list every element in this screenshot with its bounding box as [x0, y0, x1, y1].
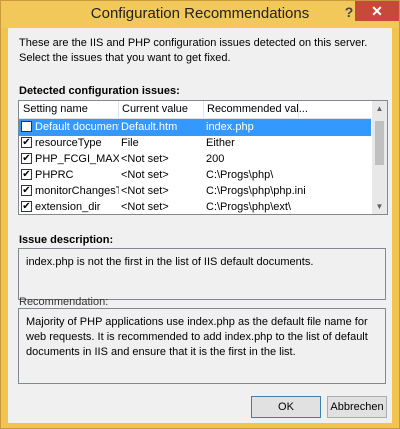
cancel-button[interactable]: Abbrechen	[327, 396, 387, 418]
cell-setting-name: monitorChangesTo	[35, 185, 119, 197]
cell-setting-name: Default document	[35, 121, 119, 133]
cell-current-value: File	[121, 137, 139, 149]
cell-current-value: Default.htm	[121, 121, 178, 133]
issue-description-box: index.php is not the first in the list o…	[18, 248, 386, 300]
list-header: Setting name Current value Recommended v…	[19, 101, 371, 119]
cell-recommended-value: Either	[206, 137, 235, 149]
title-bar: Configuration Recommendations ? ✕	[1, 1, 399, 28]
close-button[interactable]: ✕	[355, 1, 399, 21]
cell-setting-name: PHP_FCGI_MAX_RE...	[35, 153, 119, 165]
dialog-body: These are the IIS and PHP configuration …	[8, 28, 392, 423]
cell-recommended-value: C:\Progs\php\php.ini	[206, 185, 306, 197]
scroll-up-arrow-icon[interactable]: ▲	[372, 101, 387, 116]
table-row[interactable]: ✔ extension_dir <Not set> C:\Progs\php\ext\	[19, 199, 371, 214]
checkbox-icon[interactable]: ✔	[21, 153, 32, 164]
checkbox-icon[interactable]: ✔	[21, 137, 32, 148]
table-row[interactable]: ✔PHP_FCGI_MAX_RE...<Not set> 200	[19, 151, 371, 168]
issue-description-label: Issue description:	[19, 234, 114, 246]
column-divider[interactable]	[203, 101, 204, 118]
cell-current-value: <Not set>	[121, 169, 169, 181]
table-row[interactable]: ✔ resourceType File Either	[19, 135, 371, 152]
checkbox-icon[interactable]: ✔	[21, 201, 32, 212]
intro-text: These are the IIS and PHP configuration …	[19, 37, 368, 64]
column-header-recommended[interactable]: Recommended val...	[207, 103, 308, 115]
cell-setting-name: PHPRC	[35, 169, 74, 181]
scrollbar-thumb[interactable]	[375, 121, 384, 165]
column-divider[interactable]	[298, 101, 299, 118]
cell-setting-name: resourceType	[35, 137, 102, 149]
close-icon: ✕	[371, 3, 383, 19]
cell-setting-name: extension_dir	[35, 201, 101, 213]
ok-button[interactable]: OK	[251, 396, 321, 418]
scroll-down-arrow-icon[interactable]: ▼	[372, 199, 387, 214]
recommendation-label: Recommendation:	[19, 296, 109, 308]
list-scrollbar[interactable]: ▲ ▼	[372, 101, 387, 214]
issues-list[interactable]: Setting name Current value Recommended v…	[18, 100, 388, 215]
recommendation-box: Majority of PHP applications use index.p…	[18, 308, 386, 384]
cell-recommended-value: C:\Progs\php\	[206, 169, 274, 181]
checkbox-icon[interactable]: ✔	[21, 185, 32, 196]
column-divider[interactable]	[118, 101, 119, 118]
cell-current-value: <Not set>	[121, 201, 169, 213]
cell-recommended-value: index.php	[206, 121, 254, 133]
table-row[interactable]: ✔ PHPRC <Not set> C:\Progs\php\	[19, 167, 371, 184]
dialog-window: Configuration Recommendations ? ✕ These …	[0, 0, 400, 429]
table-row[interactable]: Default document Default.htm index.php	[19, 119, 371, 136]
cell-recommended-value: C:\Progs\php\ext\	[206, 201, 291, 213]
checkbox-icon[interactable]: ✔	[21, 169, 32, 180]
recommendation-text: Majority of PHP applications use index.p…	[26, 316, 368, 358]
cell-recommended-value: 200	[206, 153, 225, 165]
column-header-setting[interactable]: Setting name	[23, 103, 88, 115]
issues-label: Detected configuration issues:	[19, 85, 180, 97]
table-row[interactable]: ✔ monitorChangesTo <Not set> C:\Progs\php\p…	[19, 183, 371, 200]
cell-current-value: <Not set>	[121, 185, 169, 197]
cell-current-value: <Not set>	[121, 153, 169, 165]
checkbox-icon[interactable]	[21, 121, 32, 132]
issue-description-text: index.php is not the first in the list o…	[26, 256, 314, 268]
column-header-current[interactable]: Current value	[122, 103, 188, 115]
